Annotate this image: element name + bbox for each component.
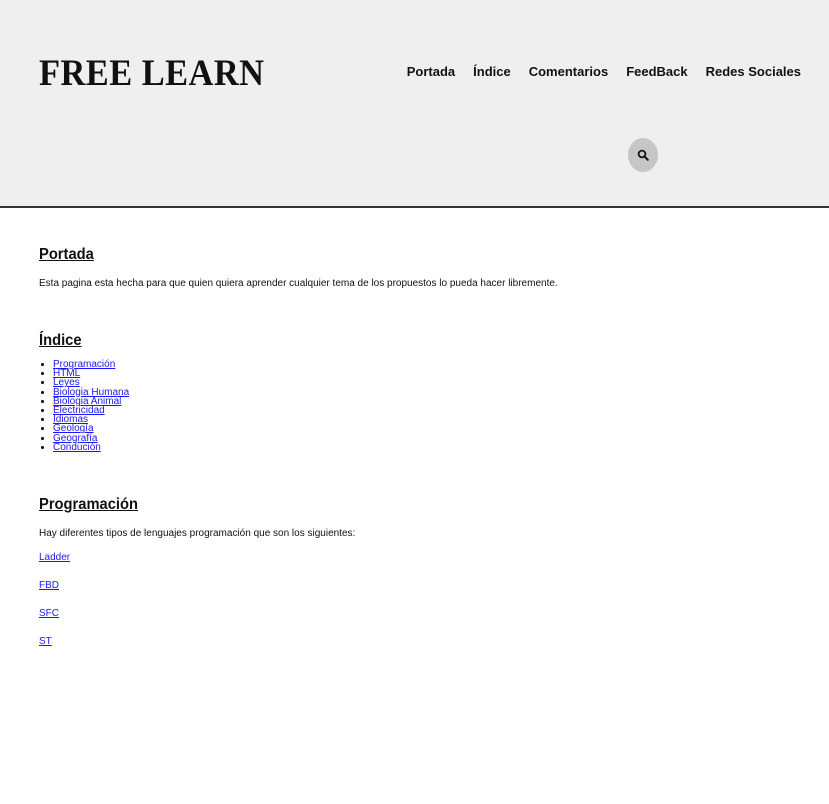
link-fbd[interactable]: FBD: [39, 580, 59, 591]
list-item: Condución: [53, 442, 799, 453]
nav-redes-sociales[interactable]: Redes Sociales: [706, 64, 801, 79]
nav-portada[interactable]: Portada: [407, 64, 455, 79]
section-programacion: Programación Hay diferentes tipos de len…: [39, 496, 799, 647]
section-indice: Índice Programación HTML Leyes Biologia …: [39, 332, 799, 452]
nav-comentarios[interactable]: Comentarios: [529, 64, 608, 79]
indice-link-conducion[interactable]: Condución: [53, 442, 101, 453]
link-st[interactable]: ST: [39, 636, 52, 647]
site-header: FREE LEARN Portada Índice Comentarios Fe…: [0, 0, 829, 208]
indice-heading: Índice: [39, 332, 82, 349]
list-item: HTML: [53, 369, 799, 379]
list-item: Geología: [53, 424, 799, 434]
programacion-text: Hay diferentes tipos de lenguajes progra…: [39, 528, 356, 540]
list-item: Biologia Humana: [53, 387, 799, 397]
section-portada: Portada Esta pagina esta hecha para que …: [39, 246, 799, 289]
list-item: Geografía: [53, 433, 799, 443]
list-item: Electricidad: [53, 406, 799, 416]
site-logo: FREE LEARN: [39, 53, 265, 94]
programacion-heading: Programación: [39, 496, 138, 514]
main-nav: Portada Índice Comentarios FeedBack Rede…: [407, 64, 801, 79]
search-icon: [637, 149, 649, 161]
list-item: Programación: [53, 360, 799, 370]
nav-indice[interactable]: Índice: [473, 64, 511, 79]
link-sfc[interactable]: SFC: [39, 608, 59, 619]
link-ladder[interactable]: Ladder: [39, 552, 70, 563]
portada-heading: Portada: [39, 246, 94, 263]
list-item: Biologia Animal: [53, 396, 799, 406]
search-button[interactable]: [628, 138, 658, 172]
programacion-links: Ladder FBD SFC ST: [39, 552, 799, 647]
list-item: Leyes: [53, 378, 799, 388]
indice-list: Programación HTML Leyes Biologia Humana …: [39, 360, 799, 453]
main-content: Portada Esta pagina esta hecha para que …: [39, 246, 799, 664]
portada-text: Esta pagina esta hecha para que quien qu…: [39, 278, 558, 289]
list-item: Idiomas: [53, 415, 799, 425]
nav-feedback[interactable]: FeedBack: [626, 64, 687, 79]
